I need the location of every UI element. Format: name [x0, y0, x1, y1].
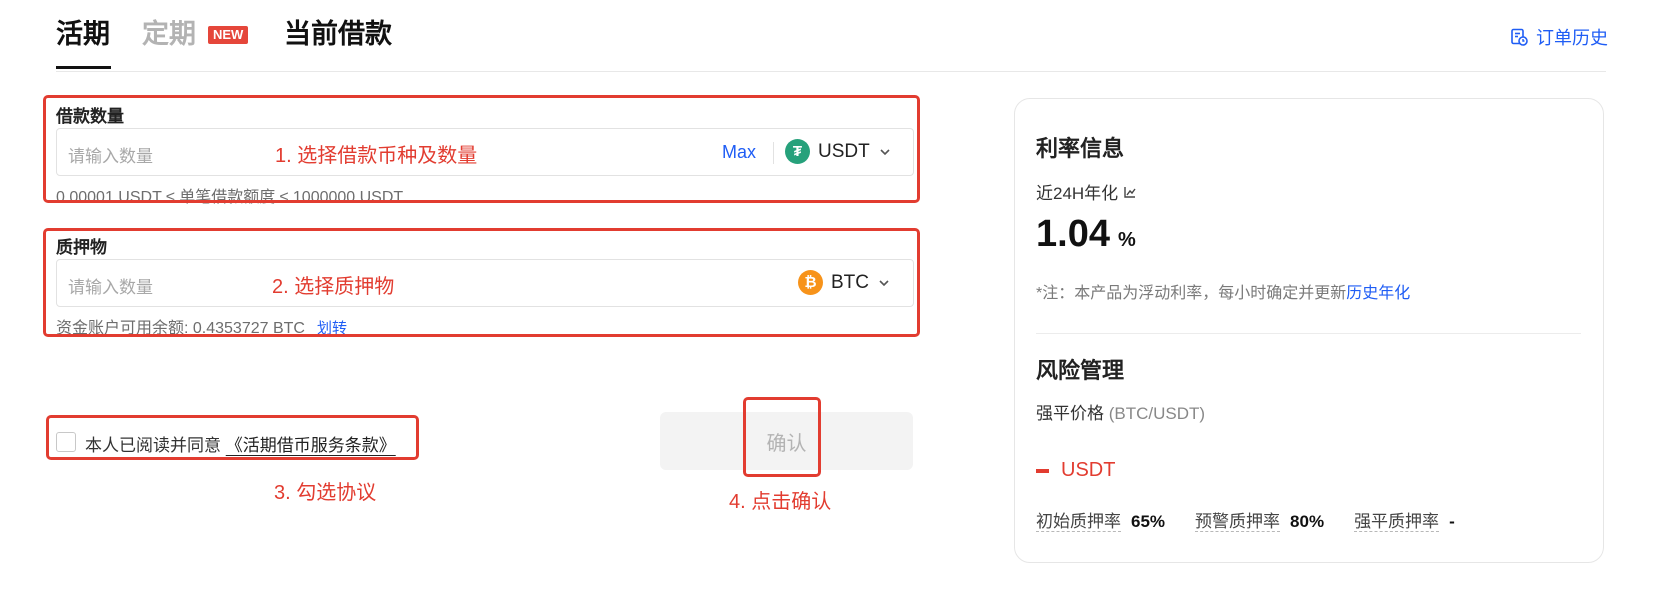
- info-panel: 利率信息 近24H年化 1.04% *注：本产品为浮动利率，每小时确定并更新历史…: [1014, 98, 1604, 563]
- rate-24h-label: 近24H年化: [1036, 184, 1119, 203]
- liquidation-ltv-label: 强平质押率: [1354, 512, 1440, 532]
- liquidation-price-unit: USDT: [1061, 459, 1116, 481]
- annotation-box-step4: [743, 397, 821, 477]
- rate-value: 1.04: [1036, 213, 1110, 255]
- liquidation-price-value: USDT: [1036, 459, 1115, 482]
- header-divider: [56, 71, 1606, 72]
- tab-fixed-term[interactable]: 定期: [142, 16, 196, 52]
- risk-management-title: 风险管理: [1036, 358, 1125, 383]
- rate-24h-label-row: 近24H年化: [1036, 179, 1137, 204]
- order-history-link[interactable]: 订单历史: [1510, 24, 1608, 50]
- tab-current-loans[interactable]: 当前借款: [284, 16, 392, 52]
- annotation-step2: 2. 选择质押物: [272, 276, 395, 298]
- warning-ltv-label: 预警质押率: [1195, 512, 1281, 532]
- ltv-row: 初始质押率 65% 预警质押率 80% 强平质押率 -: [1036, 507, 1455, 532]
- initial-ltv-label: 初始质押率: [1036, 512, 1121, 532]
- liquidation-price-placeholder: [1036, 468, 1049, 473]
- rate-note-text: *注：本产品为浮动利率，每小时确定并更新: [1036, 285, 1347, 302]
- rate-note: *注：本产品为浮动利率，每小时确定并更新历史年化: [1036, 279, 1410, 303]
- annotation-box-step3: [46, 415, 419, 460]
- trend-chart-icon[interactable]: [1123, 185, 1137, 199]
- annotation-box-step1: [43, 95, 920, 203]
- rate-value-row: 1.04%: [1036, 213, 1136, 256]
- history-rate-link[interactable]: 历史年化: [1346, 285, 1410, 302]
- liquidation-price-label: 强平价格: [1036, 404, 1104, 423]
- annotation-step3: 3. 勾选协议: [274, 482, 377, 504]
- order-history-label: 订单历史: [1536, 28, 1608, 48]
- active-tab-indicator: [56, 66, 111, 69]
- annotation-step4: 4. 点击确认: [729, 491, 832, 513]
- new-badge: NEW: [208, 26, 249, 44]
- rate-info-title: 利率信息: [1036, 136, 1125, 161]
- liquidation-price-label-row: 强平价格 (BTC/USDT): [1036, 399, 1205, 424]
- liquidation-pair: (BTC/USDT): [1108, 404, 1206, 423]
- tab-flexible[interactable]: 活期: [56, 16, 110, 52]
- panel-divider: [1036, 333, 1581, 334]
- warning-ltv-value: 80%: [1290, 512, 1325, 531]
- annotation-step1: 1. 选择借款币种及数量: [275, 145, 478, 167]
- liquidation-ltv-value: -: [1449, 512, 1455, 531]
- annotation-box-step2: [43, 228, 920, 337]
- order-history-icon: [1511, 28, 1528, 46]
- initial-ltv-value: 65%: [1131, 512, 1166, 531]
- rate-unit: %: [1117, 229, 1136, 251]
